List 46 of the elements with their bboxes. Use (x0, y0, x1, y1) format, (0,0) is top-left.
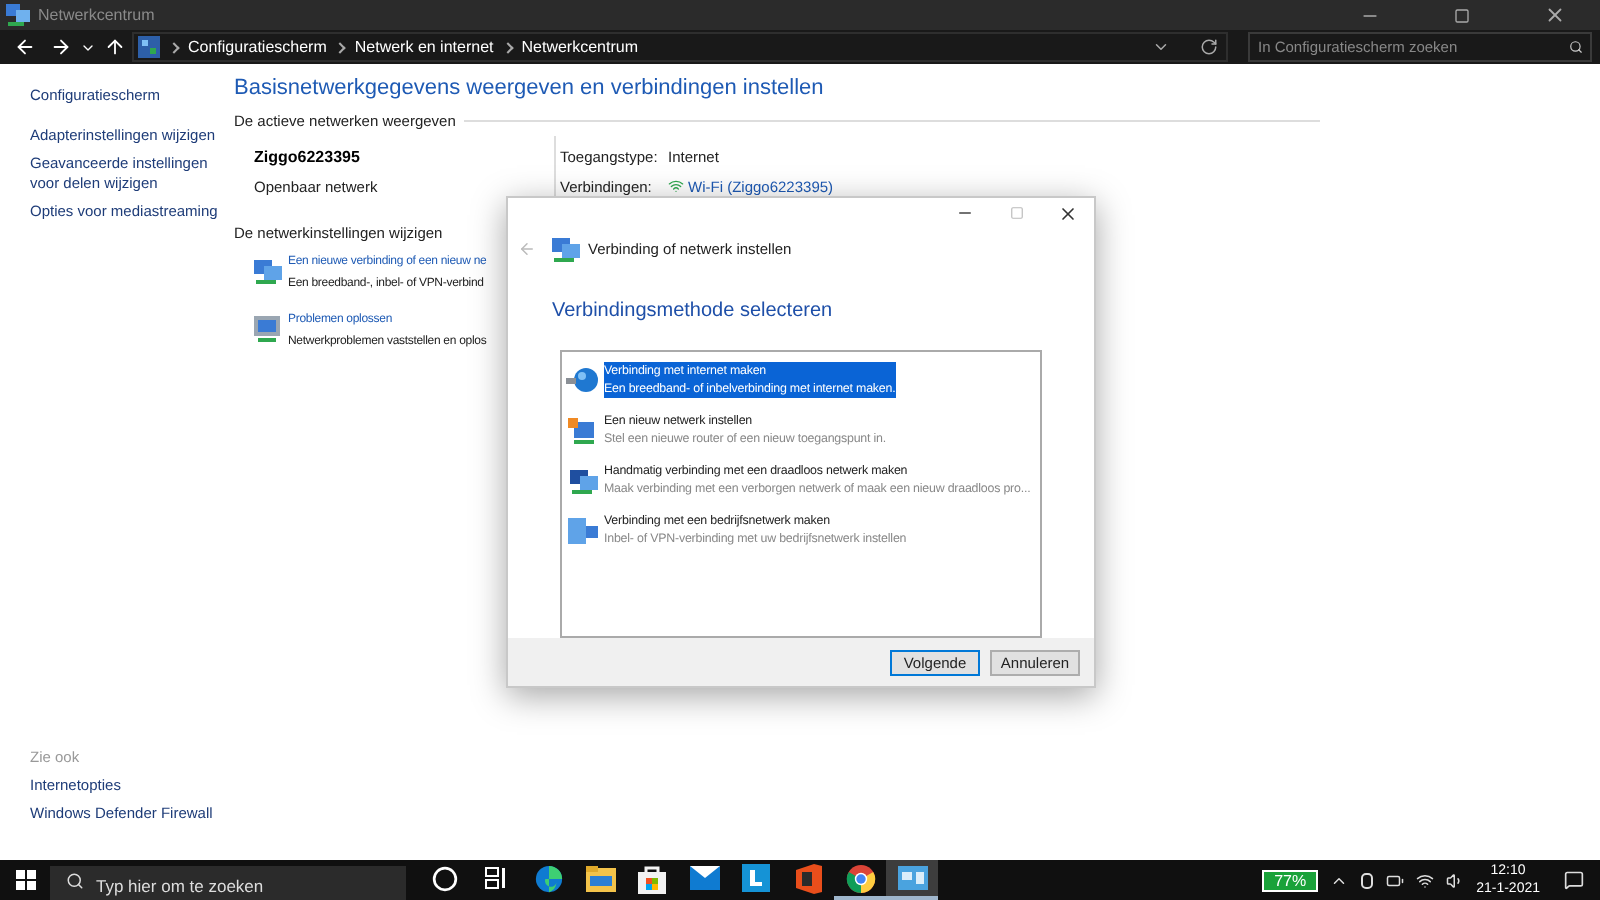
control-panel-icon (138, 36, 160, 58)
office-icon (795, 863, 821, 893)
chevron-icon (168, 41, 180, 53)
battery-indicator: 77% (1262, 869, 1319, 891)
network-status-icon[interactable] (1416, 871, 1435, 889)
wifi-icon (668, 178, 684, 195)
app-tile-icon (742, 864, 770, 892)
dialog-heading: Verbindingsmethode selecteren (552, 298, 835, 327)
dropdown-icon[interactable] (1152, 38, 1170, 56)
connection-option-icon (566, 364, 600, 397)
breadcrumb[interactable]: Netwerkcentrum (521, 35, 638, 59)
close-icon (1543, 4, 1565, 26)
taskbar-search-field[interactable]: Typ hier om te zoeken (50, 866, 406, 900)
maximize-icon (1454, 7, 1470, 23)
network-name: Ziggo6223395 (254, 146, 362, 171)
shopping-bag-icon (638, 863, 666, 893)
task-icon (250, 312, 284, 344)
chevron-icon (335, 41, 347, 53)
pen-icon[interactable] (1360, 871, 1375, 889)
windows-logo-icon (15, 870, 35, 890)
volume-icon[interactable] (1446, 871, 1465, 889)
address-field[interactable]: Configuratiescherm Netwerk en internet Netwerkcentrum (132, 32, 1228, 62)
network-icon (548, 232, 582, 265)
task-view-icon (484, 866, 508, 890)
page-heading: Basisnetwerkgegevens weergeven en verbindingen instellen (234, 74, 826, 104)
browser-icon (533, 863, 563, 893)
connection-option-icon (566, 514, 600, 547)
taskbar-app[interactable] (886, 860, 938, 900)
search-icon (66, 871, 84, 889)
battery-icon[interactable] (1386, 871, 1405, 889)
connection-option-icon (566, 414, 600, 447)
folder-icon (585, 865, 615, 891)
task-icon (250, 254, 284, 286)
maximize-icon (1009, 206, 1023, 221)
network-icon (6, 4, 30, 26)
circle-icon (431, 865, 457, 891)
chrome-icon (845, 863, 875, 893)
window-icon (897, 866, 927, 890)
window-title: Netwerkcentrum (38, 3, 155, 27)
mail-icon (689, 866, 719, 890)
close-icon (1058, 203, 1078, 224)
breadcrumb[interactable]: Netwerk en internet (354, 35, 494, 59)
connection-option-icon (566, 464, 600, 497)
breadcrumb[interactable]: Configuratiescherm (188, 35, 327, 59)
refresh-icon[interactable] (1200, 38, 1218, 56)
notifications-icon[interactable] (1564, 870, 1584, 890)
